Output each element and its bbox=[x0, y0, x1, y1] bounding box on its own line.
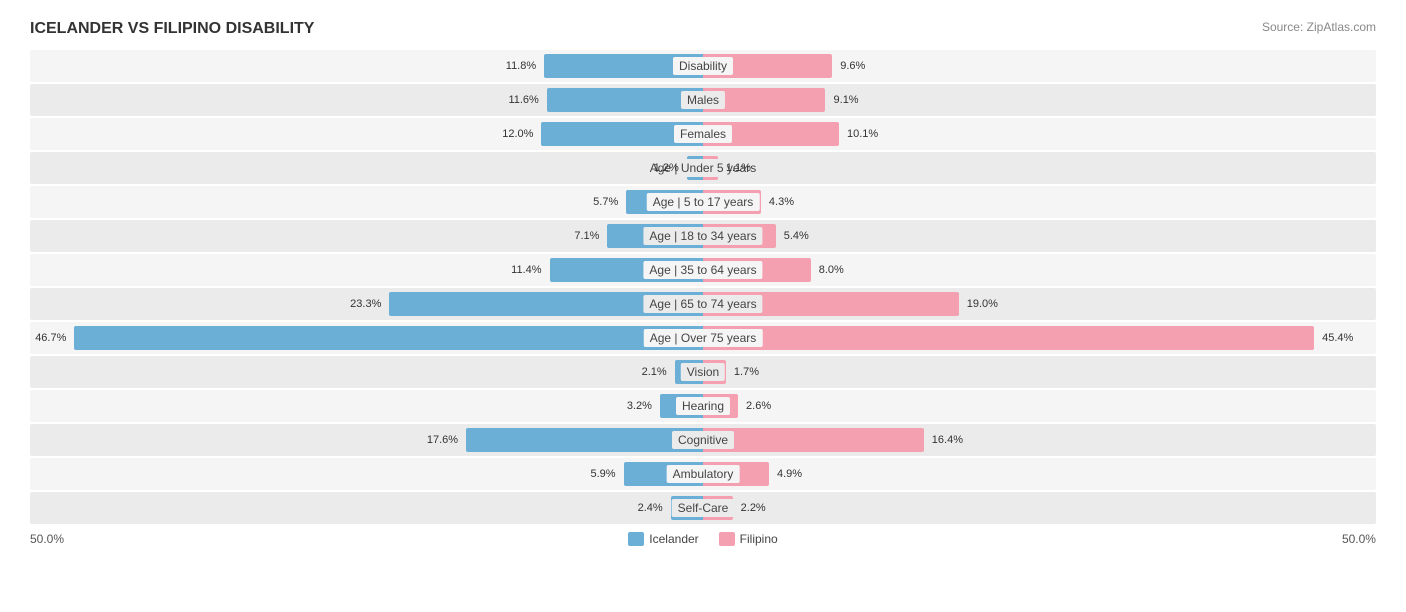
chart-title: ICELANDER VS FILIPINO DISABILITY bbox=[30, 20, 314, 38]
bar-row: Males 11.6% 9.1% bbox=[30, 84, 1376, 116]
bar-center-label: Ambulatory bbox=[667, 465, 740, 483]
bar-row: Females 12.0% 10.1% bbox=[30, 118, 1376, 150]
bar-center-label: Age | 65 to 74 years bbox=[643, 295, 762, 313]
bar-center-label: Disability bbox=[673, 57, 733, 75]
bar-row: Cognitive 17.6% 16.4% bbox=[30, 424, 1376, 456]
icelander-legend-label: Icelander bbox=[649, 532, 698, 546]
left-value-label: 11.4% bbox=[511, 264, 545, 276]
right-value-label: 16.4% bbox=[928, 434, 963, 446]
left-value-label: 11.8% bbox=[506, 60, 540, 72]
right-value-label: 1.1% bbox=[722, 162, 751, 174]
bar-row: Disability 11.8% 9.6% bbox=[30, 50, 1376, 82]
bar-row: Ambulatory 5.9% 4.9% bbox=[30, 458, 1376, 490]
left-value-label: 17.6% bbox=[427, 434, 462, 446]
bar-row: Age | 18 to 34 years 7.1% 5.4% bbox=[30, 220, 1376, 252]
right-value-label: 9.1% bbox=[830, 94, 859, 106]
right-value-label: 4.9% bbox=[773, 468, 802, 480]
title-source-row: ICELANDER VS FILIPINO DISABILITY Source:… bbox=[30, 20, 1376, 44]
right-bar bbox=[703, 428, 924, 452]
footer-row: 50.0% Icelander Filipino 50.0% bbox=[30, 532, 1376, 546]
left-value-label: 2.1% bbox=[642, 366, 671, 378]
bar-row: Age | 65 to 74 years 23.3% 19.0% bbox=[30, 288, 1376, 320]
bar-center-label: Hearing bbox=[676, 397, 730, 415]
bar-center-label: Age | 18 to 34 years bbox=[643, 227, 762, 245]
source-label: Source: ZipAtlas.com bbox=[1262, 20, 1376, 34]
right-value-label: 19.0% bbox=[963, 298, 998, 310]
left-bar bbox=[74, 326, 703, 350]
chart-area: Disability 11.8% 9.6% Males 11.6% 9.1% Females… bbox=[30, 50, 1376, 524]
bar-center-label: Self-Care bbox=[672, 499, 735, 517]
left-value-label: 12.0% bbox=[502, 128, 537, 140]
bar-row: Hearing 3.2% 2.6% bbox=[30, 390, 1376, 422]
left-bar bbox=[466, 428, 703, 452]
bar-center-label: Age | Over 75 years bbox=[644, 329, 763, 347]
bar-row: Age | Under 5 years1.2%1.1% bbox=[30, 152, 1376, 184]
bar-row: Self-Care 2.4% 2.2% bbox=[30, 492, 1376, 524]
bar-center-label: Vision bbox=[681, 363, 725, 381]
right-value-label: 2.6% bbox=[742, 400, 771, 412]
bar-center-label: Cognitive bbox=[672, 431, 734, 449]
right-value-label: 5.4% bbox=[780, 230, 809, 242]
left-value-label: 1.2% bbox=[654, 162, 683, 174]
bar-center-label: Age | 35 to 64 years bbox=[643, 261, 762, 279]
filipino-legend-label: Filipino bbox=[740, 532, 778, 546]
right-value-label: 45.4% bbox=[1318, 332, 1353, 344]
icelander-legend-box bbox=[628, 532, 644, 546]
bar-row: Vision 2.1% 1.7% bbox=[30, 356, 1376, 388]
left-bar bbox=[547, 88, 703, 112]
bar-row: Age | 35 to 64 years 11.4% 8.0% bbox=[30, 254, 1376, 286]
right-value-label: 1.7% bbox=[730, 366, 759, 378]
right-value-label: 10.1% bbox=[843, 128, 878, 140]
legend: Icelander Filipino bbox=[628, 532, 777, 546]
right-value-label: 2.2% bbox=[737, 502, 766, 514]
bar-row: Age | 5 to 17 years 5.7% 4.3% bbox=[30, 186, 1376, 218]
left-scale: 50.0% bbox=[30, 532, 64, 546]
filipino-legend-box bbox=[719, 532, 735, 546]
left-value-label: 3.2% bbox=[627, 400, 656, 412]
right-bar bbox=[703, 326, 1314, 350]
bar-center-label: Males bbox=[681, 91, 725, 109]
bar-row: Age | Over 75 years 46.7% 45.4% bbox=[30, 322, 1376, 354]
left-value-label: 5.9% bbox=[590, 468, 619, 480]
right-value-label: 9.6% bbox=[836, 60, 865, 72]
legend-filipino: Filipino bbox=[719, 532, 778, 546]
left-value-label: 23.3% bbox=[350, 298, 385, 310]
left-value-label: 7.1% bbox=[574, 230, 603, 242]
right-scale: 50.0% bbox=[1342, 532, 1376, 546]
legend-icelander: Icelander bbox=[628, 532, 698, 546]
right-value-label: 8.0% bbox=[815, 264, 844, 276]
left-value-label: 46.7% bbox=[35, 332, 70, 344]
bar-center-label: Age | 5 to 17 years bbox=[647, 193, 760, 211]
left-value-label: 5.7% bbox=[593, 196, 622, 208]
left-value-label: 2.4% bbox=[638, 502, 667, 514]
right-value-label: 4.3% bbox=[765, 196, 794, 208]
left-value-label: 11.6% bbox=[508, 94, 542, 106]
bar-center-label: Females bbox=[674, 125, 732, 143]
